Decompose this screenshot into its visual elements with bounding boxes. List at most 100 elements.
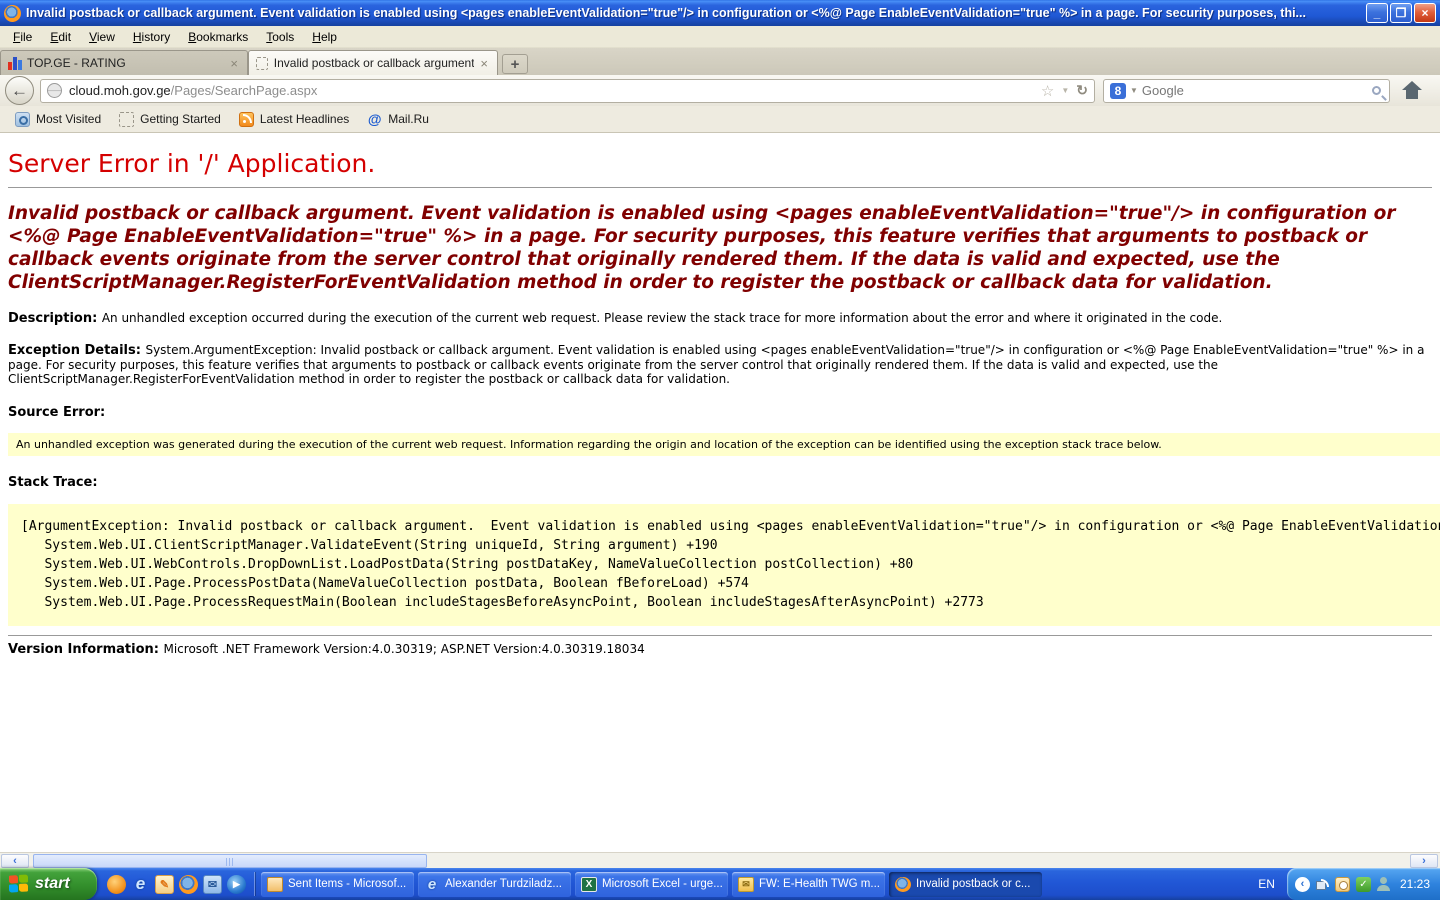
network-status-icon[interactable] <box>1316 879 1329 890</box>
url-host: cloud.moh.gov.ge <box>69 83 171 98</box>
menu-file[interactable]: File <box>4 28 41 46</box>
restore-button[interactable]: ❐ <box>1390 3 1412 23</box>
tab-label: Invalid postback or callback argument. E… <box>274 56 475 70</box>
task-label: Invalid postback or c... <box>916 878 1036 890</box>
system-tray: EN ‹ ✓ 21:23 <box>1246 868 1440 900</box>
notes-icon[interactable]: ✎ <box>155 875 174 894</box>
bookmark-label: Mail.Ru <box>388 112 429 126</box>
start-button[interactable]: start <box>0 868 97 900</box>
tab-topge[interactable]: TOP.GE - RATING × <box>0 50 248 75</box>
bookmark-label: Getting Started <box>140 112 221 126</box>
search-magnifier-icon[interactable] <box>1372 86 1381 95</box>
task-label: FW: E-Health TWG m... <box>759 878 879 890</box>
task-label: Sent Items - Microsof... <box>288 878 408 890</box>
firefox-icon <box>895 877 911 892</box>
bookmark-mailru[interactable]: @ Mail.Ru <box>360 109 436 130</box>
excel-icon: X <box>581 877 597 892</box>
search-box[interactable]: 8 ▼ <box>1103 79 1390 103</box>
source-error-box: An unhandled exception was generated dur… <box>8 433 1440 456</box>
menu-view[interactable]: View <box>80 28 124 46</box>
url-path: /Pages/SearchPage.aspx <box>171 83 1041 98</box>
tab-label: TOP.GE - RATING <box>27 56 224 70</box>
scroll-left-button[interactable]: ‹ <box>1 854 29 868</box>
menu-history[interactable]: History <box>124 28 179 46</box>
google-engine-icon[interactable]: 8 <box>1110 83 1126 99</box>
mailru-at-icon: @ <box>367 112 382 127</box>
tab-strip: TOP.GE - RATING × Invalid postback or ca… <box>0 48 1440 75</box>
firefox-icon[interactable] <box>179 875 198 894</box>
getting-started-icon <box>119 112 134 127</box>
version-text: Microsoft .NET Framework Version:4.0.303… <box>163 642 644 656</box>
bookmark-most-visited[interactable]: Most Visited <box>8 109 108 130</box>
most-visited-icon <box>15 112 30 127</box>
tab-close-icon[interactable]: × <box>478 56 490 71</box>
stack-trace-text: [ArgumentException: Invalid postback or … <box>21 517 1440 612</box>
version-label: Version Information: <box>8 642 163 657</box>
description-paragraph: Description: An unhandled exception occu… <box>8 311 1440 326</box>
mail-client-icon[interactable]: ✉ <box>203 875 222 894</box>
home-icon <box>1402 81 1422 90</box>
menu-edit[interactable]: Edit <box>41 28 80 46</box>
divider <box>8 187 1432 188</box>
messenger-contact-icon[interactable] <box>1377 877 1390 891</box>
back-button[interactable]: ← <box>5 76 34 105</box>
antivirus-check-icon[interactable]: ✓ <box>1356 877 1371 892</box>
bookmark-label: Latest Headlines <box>260 112 349 126</box>
home-button[interactable] <box>1399 80 1425 102</box>
window-title: Invalid postback or callback argument. E… <box>26 6 1366 20</box>
bookmark-star-icon[interactable]: ☆ <box>1041 82 1054 100</box>
close-button[interactable]: × <box>1414 3 1436 23</box>
media-player-icon[interactable]: ▶ <box>227 875 246 894</box>
tray-panel: ‹ ✓ 21:23 <box>1287 868 1440 900</box>
internet-explorer-icon[interactable]: e <box>131 875 150 894</box>
bookmarks-toolbar: Most Visited Getting Started Latest Head… <box>0 106 1440 133</box>
default-favicon-icon <box>256 57 268 70</box>
url-dropdown-icon[interactable]: ▼ <box>1061 86 1069 95</box>
search-input[interactable] <box>1142 83 1372 98</box>
taskbar-item-sent-items[interactable]: Sent Items - Microsof... <box>261 872 414 897</box>
taskbar-item-excel[interactable]: X Microsoft Excel - urge... <box>575 872 728 897</box>
error-message: Invalid postback or callback argument. E… <box>8 202 1440 294</box>
mail-envelope-icon: ✉ <box>738 877 754 892</box>
divider <box>8 635 1432 636</box>
page-content: Server Error in '/' Application. Invalid… <box>0 133 1440 852</box>
task-buttons: Sent Items - Microsof... e Alexander Tur… <box>255 872 1246 897</box>
site-identity-globe-icon[interactable] <box>47 83 62 98</box>
source-error-label: Source Error: <box>8 405 1440 420</box>
tab-close-icon[interactable]: × <box>228 56 240 71</box>
taskbar-item-firefox-active[interactable]: Invalid postback or c... <box>889 872 1042 897</box>
taskbar-item-mail[interactable]: ✉ FW: E-Health TWG m... <box>732 872 885 897</box>
tab-error-page[interactable]: Invalid postback or callback argument. E… <box>248 50 498 75</box>
clock[interactable]: 21:23 <box>1396 877 1430 891</box>
rss-icon <box>239 112 254 127</box>
chart-favicon-icon <box>8 57 22 70</box>
menu-bookmarks[interactable]: Bookmarks <box>179 28 257 46</box>
url-bar[interactable]: cloud.moh.gov.ge /Pages/SearchPage.aspx … <box>40 79 1095 103</box>
engine-dropdown-icon[interactable]: ▼ <box>1130 86 1138 95</box>
stack-trace-box: [ArgumentException: Invalid postback or … <box>8 504 1440 626</box>
bookmark-latest-headlines[interactable]: Latest Headlines <box>232 109 356 130</box>
bookmark-getting-started[interactable]: Getting Started <box>112 109 228 130</box>
reload-icon[interactable]: ↻ <box>1076 82 1088 99</box>
language-indicator[interactable]: EN <box>1246 877 1287 891</box>
menu-help[interactable]: Help <box>303 28 346 46</box>
stack-trace-label: Stack Trace: <box>8 475 1440 490</box>
reminder-icon[interactable] <box>1335 877 1350 892</box>
scroll-right-button[interactable]: › <box>1410 854 1438 868</box>
firefox-app-icon <box>4 5 21 22</box>
scrollbar-thumb[interactable] <box>33 854 427 868</box>
minimize-button[interactable]: _ <box>1366 3 1388 23</box>
start-label: start <box>35 875 70 893</box>
horizontal-scrollbar[interactable]: ‹ › <box>0 852 1440 868</box>
taskbar-item-ie[interactable]: e Alexander Turdziladz... <box>418 872 571 897</box>
outlook-icon <box>267 877 283 892</box>
app-launcher-icon[interactable] <box>107 875 126 894</box>
menu-tools[interactable]: Tools <box>257 28 303 46</box>
window-titlebar[interactable]: Invalid postback or callback argument. E… <box>0 0 1440 26</box>
bookmark-label: Most Visited <box>36 112 101 126</box>
menu-bar: File Edit View History Bookmarks Tools H… <box>0 26 1440 48</box>
new-tab-button[interactable]: + <box>502 54 528 74</box>
page-title: Server Error in '/' Application. <box>8 149 1440 178</box>
hide-icons-chevron-icon[interactable]: ‹ <box>1295 877 1310 892</box>
navigation-toolbar: ← cloud.moh.gov.ge /Pages/SearchPage.asp… <box>0 75 1440 106</box>
